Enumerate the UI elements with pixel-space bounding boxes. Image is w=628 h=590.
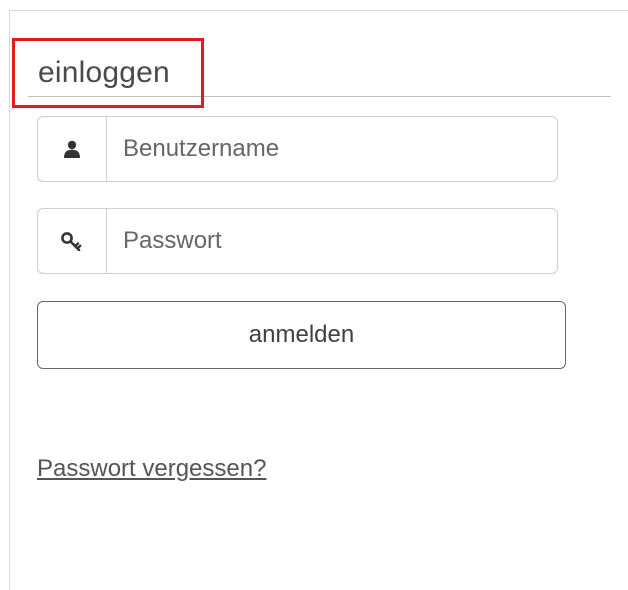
- password-addon: [38, 209, 107, 273]
- username-input[interactable]: [107, 117, 557, 181]
- password-input-group: [37, 208, 558, 274]
- key-icon: [61, 232, 82, 251]
- page-title: einloggen: [38, 56, 170, 89]
- login-button[interactable]: anmelden: [37, 301, 566, 369]
- username-addon: [38, 117, 107, 181]
- user-icon: [64, 140, 80, 158]
- password-input[interactable]: [107, 209, 557, 273]
- username-input-group: [37, 116, 558, 182]
- login-panel: [9, 10, 628, 590]
- forgot-password-link[interactable]: Passwort vergessen?: [37, 455, 266, 483]
- login-heading-row: einloggen: [28, 47, 611, 97]
